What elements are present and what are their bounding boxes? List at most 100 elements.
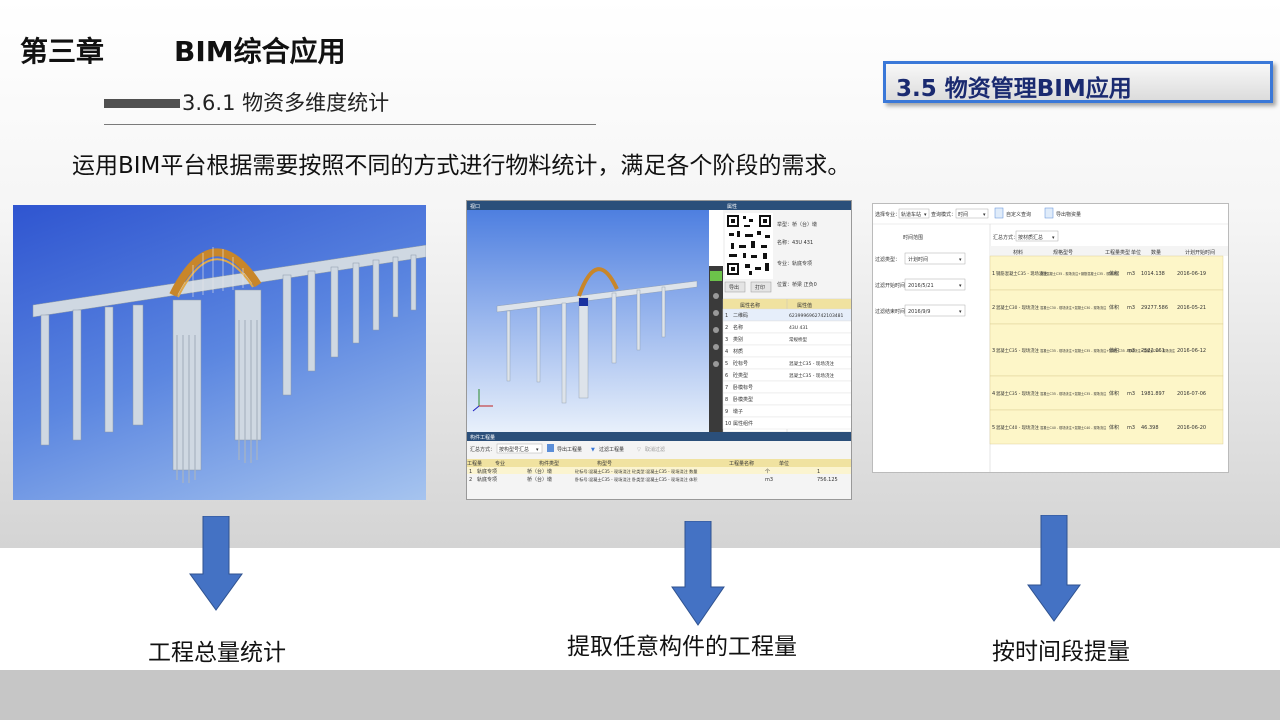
material-amount: 46.398: [1141, 425, 1159, 431]
spec-label: 选择专业：: [875, 211, 900, 218]
subsection-title: 3.6.1 物资多维度统计: [182, 91, 390, 115]
property-row-index: 8: [725, 397, 728, 403]
material-name: 混凝土C35 - 现场浇注: [996, 390, 1040, 397]
custom-query-button[interactable]: 自定义查询: [1006, 211, 1031, 218]
quantity-spec: 轨底专项: [477, 468, 497, 475]
material-spec: 混凝土C35 - 现场浇注+混凝土C35 - 现场浇注: [1040, 391, 1107, 396]
quantity-column-header: 构件类型: [539, 460, 559, 467]
quantity-name: 砼标号:混凝土C35 - 现场浇注 砼类型:混凝土C35 - 现场浇注 数量: [575, 468, 697, 475]
print-button-label: 打印: [755, 284, 765, 291]
export-material-icon[interactable]: [1044, 207, 1054, 219]
material-amount: 2522.061: [1141, 348, 1165, 354]
property-row-index: 1: [725, 313, 728, 319]
quantity-column-header: 工程量名称: [729, 460, 754, 467]
material-column-header: 材料: [1013, 249, 1023, 256]
software-window: 视口 属性 举型：桥（台）墩 名称：43U 431 专业：轨底专项 位置：桥梁 …: [467, 201, 851, 499]
property-row-index: 7: [725, 385, 728, 391]
bridge-illustration: [32, 244, 426, 483]
property-value: 常规桥型: [789, 336, 807, 343]
quantity-column-header: 专业: [495, 460, 505, 467]
property-value: 43U 431: [789, 325, 808, 331]
property-name: 材质: [733, 348, 743, 355]
property-row-index: 5: [725, 361, 728, 367]
material-column-header: 规格型号: [1053, 249, 1073, 256]
export-material-button[interactable]: 导出物资量: [1056, 211, 1081, 218]
quantity-unit: 个: [765, 469, 770, 475]
quantity-panel-title: 构件工程量: [470, 434, 495, 441]
quantity-unit: m3: [765, 477, 773, 483]
arrow-down-icon: [671, 521, 725, 626]
summary-mode-label: 汇总方式：: [470, 446, 495, 453]
summary-value: 按材质汇总: [1018, 234, 1043, 241]
material-quantity-type: 体积: [1109, 424, 1119, 431]
caption-time-range-quantity: 按时间段提量: [992, 639, 1130, 665]
material-unit: m3: [1127, 305, 1135, 311]
material-quantity-type: 体积: [1109, 347, 1119, 354]
filter-value[interactable]: 计划时间: [908, 256, 928, 263]
filter-quantity-button[interactable]: 过滤工程量: [599, 446, 624, 453]
material-column-header: 工程量类型: [1105, 249, 1130, 256]
summary-mode-select[interactable]: 按构型号汇总 ▾: [496, 443, 543, 454]
property-name: 二维码: [733, 312, 748, 319]
export-quantity-icon[interactable]: [547, 444, 554, 452]
property-title: 属性: [727, 203, 737, 210]
spec-select[interactable]: 轨道车站 ▾: [898, 208, 930, 219]
property-row-index: 6: [725, 373, 728, 379]
material-unit: m3: [1127, 425, 1135, 431]
viewport-title: 视口: [470, 203, 480, 210]
export-button-label: 导出: [729, 284, 739, 291]
select-tool-icon[interactable]: [710, 271, 722, 281]
material-name: 混凝土C30 - 现场浇注: [996, 304, 1040, 311]
spec-value: 轨道车站: [901, 211, 921, 218]
quantity-row-index: 1: [469, 469, 472, 475]
material-quantity-type: 体积: [1109, 390, 1119, 397]
material-column-header: 单位: [1131, 249, 1141, 256]
rotate-tool-icon[interactable]: [713, 310, 719, 316]
material-plan-start: 2016-05-21: [1177, 305, 1206, 311]
quantity-column-header: 构型号: [597, 460, 612, 467]
filter-label: 过滤开始时间：: [875, 282, 910, 289]
filter-value[interactable]: 2016/5/21: [908, 283, 934, 289]
export-button[interactable]: 导出: [724, 281, 746, 293]
arrow-down-icon: [189, 516, 243, 611]
zoom-in-icon[interactable]: [713, 327, 719, 333]
quantity-column-header: 工程量: [467, 460, 482, 467]
prop-header-value: 属性值: [797, 302, 812, 309]
intro-text: 运用BIM平台根据需要按照不同的方式进行物料统计，满足各个阶段的需求。: [72, 153, 851, 179]
material-row-index: 5: [992, 425, 995, 431]
query-mode-value: 时间: [958, 211, 968, 218]
property-name: 砼标号: [733, 360, 748, 367]
custom-query-icon[interactable]: [994, 207, 1004, 219]
material-plan-start: 2016-06-20: [1177, 425, 1206, 431]
material-amount: 29277.586: [1141, 305, 1168, 311]
property-row-index: 4: [725, 349, 728, 355]
filter-value[interactable]: 2016/9/9: [908, 309, 930, 315]
fit-view-icon[interactable]: [713, 361, 719, 367]
qr-info-name: 名称：43U 431: [777, 239, 813, 246]
caption-component-quantity: 提取任意构件的工程量: [567, 634, 797, 660]
pan-tool-icon[interactable]: [713, 293, 719, 299]
time-range-quantity-screenshot: 选择专业： 轨道车站 ▾ 查询模式： 时间 ▾ 自定义查询 导出物资量 时间范围 过…: [872, 203, 1229, 473]
filter-icon[interactable]: ▼: [591, 447, 595, 453]
qr-info-location: 位置：桥梁 正负0: [777, 281, 817, 288]
section-badge: 3.5 物资管理BIM应用: [883, 61, 1273, 103]
property-row-index: 2: [725, 325, 728, 331]
filter-label: 过滤类型：: [875, 256, 900, 263]
zoom-out-icon[interactable]: [713, 344, 719, 350]
cancel-filter-icon: ▽: [637, 447, 641, 453]
property-name: 砼类型: [733, 372, 748, 379]
summary-select[interactable]: 按材质汇总 ▾: [1015, 230, 1059, 242]
material-plan-start: 2016-06-19: [1177, 271, 1206, 277]
export-quantity-button[interactable]: 导出工程量: [557, 446, 582, 453]
material-row-index: 4: [992, 391, 995, 397]
property-row-index: 3: [725, 337, 728, 343]
query-mode-select[interactable]: 时间 ▾: [955, 208, 989, 219]
material-quantity-type: 体积: [1109, 304, 1119, 311]
arrow-down-icon: [1027, 515, 1081, 622]
material-amount: 1981.897: [1141, 391, 1165, 397]
filter-label: 过滤结束时间：: [875, 308, 910, 315]
property-grid: 属性名称 属性值 1 二维码 6239996962742103481 2 名称 43U 4…: [722, 298, 851, 433]
property-name: 类别: [733, 336, 743, 343]
print-button[interactable]: 打印: [750, 281, 772, 293]
chapter-title: BIM综合应用: [174, 35, 346, 68]
